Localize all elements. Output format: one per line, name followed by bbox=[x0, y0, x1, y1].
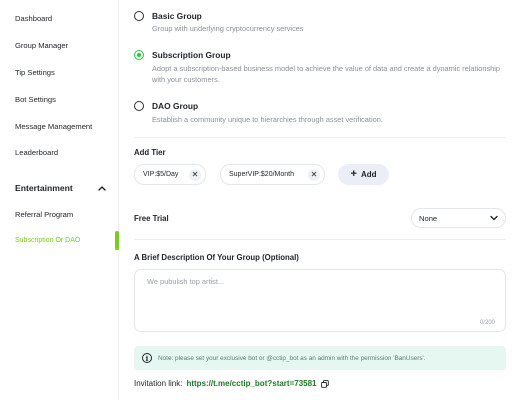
sidebar-item-referral-program[interactable]: Referral Program bbox=[15, 210, 73, 219]
sidebar-item-message-management[interactable]: Message Management bbox=[15, 122, 92, 131]
option-desc-basic-group: Group with underlying cryptocurrency ser… bbox=[152, 24, 304, 33]
tier-tag-vip: VIP:$5/Day ✕ bbox=[134, 164, 206, 185]
tier-tag-label: SuperVIP:$20/Month bbox=[229, 171, 294, 178]
free-trial-value: None bbox=[419, 213, 438, 223]
sidebar-item-group-manager[interactable]: Group Manager bbox=[15, 41, 68, 50]
active-indicator bbox=[115, 231, 119, 250]
copy-icon[interactable] bbox=[320, 379, 329, 388]
remove-tier-icon[interactable]: ✕ bbox=[189, 169, 201, 181]
invitation-link[interactable]: https://t.me/cctip_bot?start=73581 bbox=[186, 379, 316, 388]
option-title-subscription-group: Subscription Group bbox=[152, 50, 231, 60]
option-title-basic-group: Basic Group bbox=[152, 11, 202, 21]
sidebar-item-dashboard[interactable]: Dashboard bbox=[15, 14, 52, 23]
character-counter: 0/200 bbox=[479, 320, 495, 326]
chevron-up-icon[interactable] bbox=[98, 185, 106, 192]
chevron-down-icon bbox=[490, 214, 498, 223]
tier-tag-supervip: SuperVIP:$20/Month ✕ bbox=[220, 164, 325, 185]
sidebar: Dashboard Group Manager Tip Settings Bot… bbox=[0, 0, 119, 400]
main-panel: Basic Group Group with underlying crypto… bbox=[120, 0, 520, 400]
sidebar-section-entertainment[interactable]: Entertainment bbox=[15, 182, 106, 194]
description-placeholder: We pubulish top artist... bbox=[147, 277, 225, 286]
option-title-dao-group: DAO Group bbox=[152, 101, 199, 111]
sidebar-item-bot-settings[interactable]: Bot Settings bbox=[15, 95, 56, 104]
add-tier-label: Add Tier bbox=[134, 148, 166, 157]
radio-basic-group[interactable] bbox=[134, 11, 144, 21]
invitation-label: Invitation link: bbox=[134, 379, 183, 388]
description-label: A Brief Description Of Your Group (Optio… bbox=[134, 253, 299, 262]
option-desc-subscription-group: Adopt a subscription-based business mode… bbox=[152, 64, 500, 84]
sidebar-section-label: Entertainment bbox=[15, 183, 73, 193]
add-tier-button[interactable]: + Add bbox=[338, 164, 389, 185]
radio-dao-group[interactable] bbox=[134, 101, 144, 111]
radio-subscription-group[interactable] bbox=[134, 50, 144, 60]
note-text: Note: please set your exclusive bot or @… bbox=[158, 354, 426, 362]
note-banner: i Note: please set your exclusive bot or… bbox=[134, 346, 506, 370]
free-trial-select[interactable]: None bbox=[411, 208, 506, 228]
tier-tag-label: VIP:$5/Day bbox=[143, 171, 179, 178]
invitation-row: Invitation link: https://t.me/cctip_bot?… bbox=[134, 379, 329, 388]
sidebar-item-subscription-or-dao[interactable]: Subscription Or DAO bbox=[15, 237, 80, 244]
free-trial-label: Free Trial bbox=[134, 214, 169, 223]
divider bbox=[134, 239, 506, 240]
sidebar-item-tip-settings[interactable]: Tip Settings bbox=[15, 68, 55, 77]
info-icon: i bbox=[142, 353, 152, 363]
option-desc-dao-group: Establish a community unique to hierarch… bbox=[152, 115, 383, 124]
remove-tier-icon[interactable]: ✕ bbox=[308, 169, 320, 181]
description-textarea[interactable]: We pubulish top artist... 0/200 bbox=[134, 269, 506, 332]
divider bbox=[134, 137, 506, 138]
add-tier-button-label: Add bbox=[360, 170, 377, 179]
plus-icon: + bbox=[350, 168, 357, 180]
sidebar-item-leaderboard[interactable]: Leaderboard bbox=[15, 148, 58, 157]
